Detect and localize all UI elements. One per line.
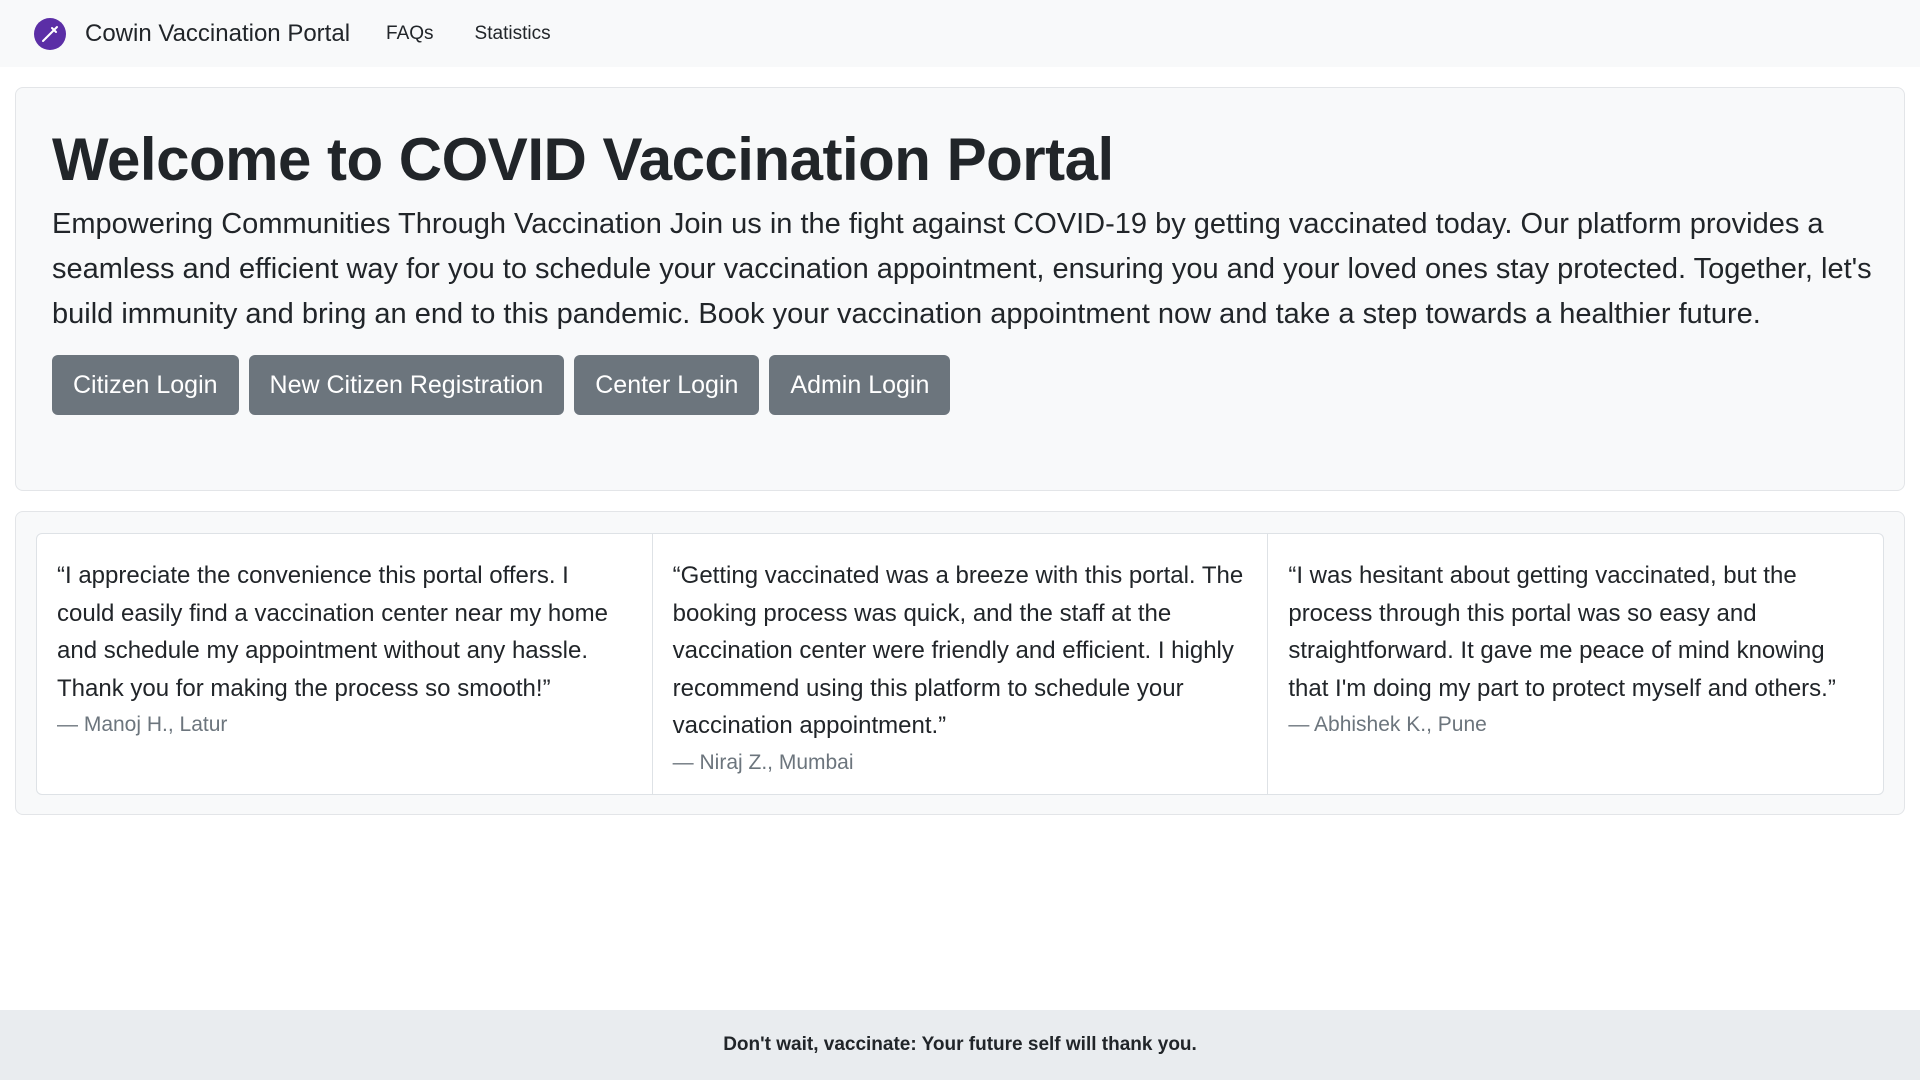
- footer-tagline: Don't wait, vaccinate: Your future self …: [723, 1034, 1197, 1055]
- center-login-button[interactable]: Center Login: [574, 355, 760, 415]
- testimonial-quote: “Getting vaccinated was a breeze with th…: [672, 562, 1244, 739]
- login-button-row: Citizen Login New Citizen Registration C…: [52, 355, 1868, 415]
- new-citizen-registration-button[interactable]: New Citizen Registration: [248, 355, 565, 415]
- testimonial-card: “I appreciate the convenience this porta…: [37, 534, 653, 794]
- testimonial-card: “Getting vaccinated was a breeze with th…: [653, 534, 1269, 794]
- nav-link-faqs[interactable]: FAQs: [386, 23, 434, 45]
- page-title: Welcome to COVID Vaccination Portal: [52, 126, 1114, 193]
- testimonial-card-group: “I appreciate the convenience this porta…: [36, 533, 1884, 795]
- nav-link-statistics[interactable]: Statistics: [475, 23, 551, 45]
- hero-description: Empowering Communities Through Vaccinati…: [52, 208, 1872, 330]
- testimonial-quote: “I was hesitant about getting vaccinated…: [1288, 562, 1836, 702]
- syringe-icon-graphic: [42, 25, 58, 42]
- testimonial-author: — Manoj H., Latur: [57, 713, 228, 736]
- testimonial-card: “I was hesitant about getting vaccinated…: [1268, 534, 1883, 794]
- brand-name[interactable]: Cowin Vaccination Portal: [85, 20, 350, 48]
- testimonial-author: — Niraj Z., Mumbai: [672, 750, 854, 774]
- syringe-icon[interactable]: [34, 17, 66, 50]
- testimonials-section: “I appreciate the convenience this porta…: [15, 511, 1905, 815]
- hero-section: Welcome to COVID Vaccination Portal Empo…: [15, 87, 1905, 491]
- footer: Don't wait, vaccinate: Your future self …: [0, 1010, 1920, 1080]
- navbar: Cowin Vaccination Portal FAQs Statistics: [0, 0, 1920, 67]
- admin-login-button[interactable]: Admin Login: [769, 355, 951, 415]
- testimonial-author: — Abhishek K., Pune: [1288, 713, 1487, 736]
- citizen-login-button[interactable]: Citizen Login: [52, 355, 239, 415]
- testimonial-quote: “I appreciate the convenience this porta…: [57, 562, 608, 702]
